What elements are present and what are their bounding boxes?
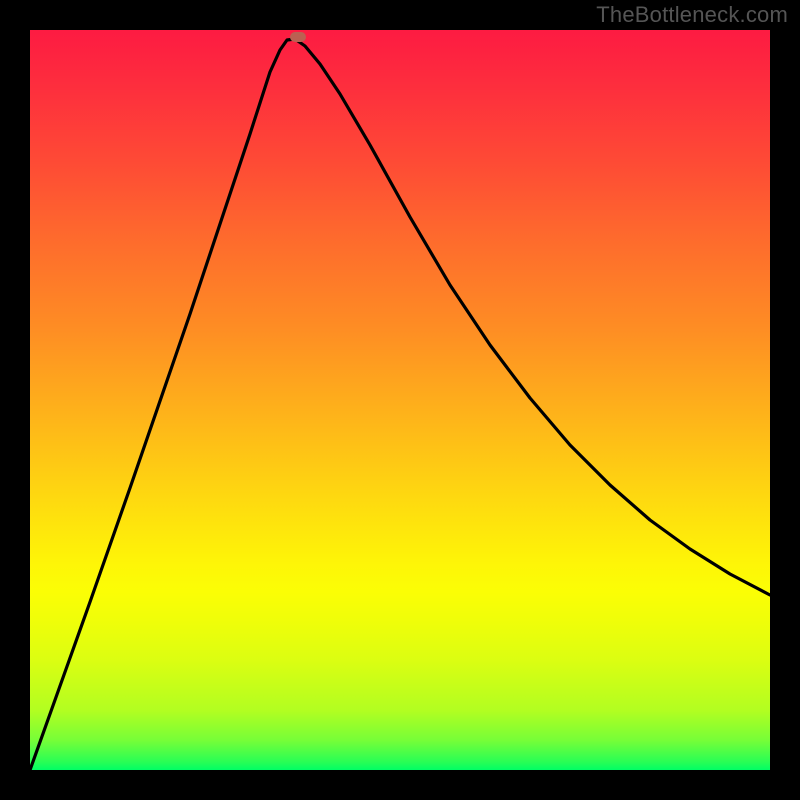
chart-curve [30,30,770,770]
chart-marker-dot [290,32,306,42]
chart-plot-area [30,30,770,770]
watermark-text: TheBottleneck.com [596,2,788,28]
